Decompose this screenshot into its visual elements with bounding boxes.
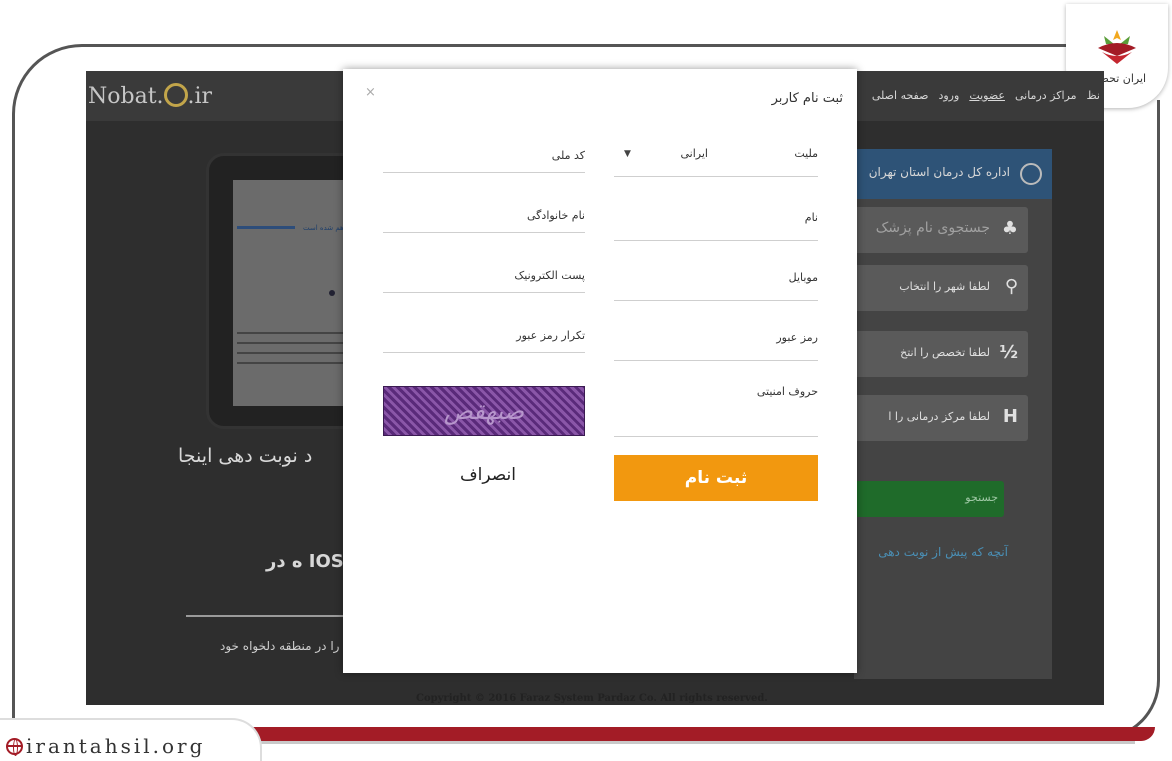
search-button[interactable]: جستجو — [854, 481, 1004, 517]
brand-suffix: .ir — [187, 84, 213, 109]
cancel-button[interactable]: انصراف — [443, 465, 533, 485]
mobile-label: موبایل — [788, 271, 818, 284]
location-pin-icon: ⚲ — [1004, 276, 1018, 297]
copyright: Copyright © 2016 Faraz System Pardaz Co.… — [416, 693, 768, 704]
nav-home[interactable]: صفحه اصلی — [872, 89, 929, 102]
password-label: رمز عبور — [776, 331, 818, 344]
password-repeat-label: تکرار رمز عبور — [516, 329, 585, 342]
tablet-dot — [329, 290, 335, 296]
specialty-icon: ½ — [999, 342, 1018, 363]
modal-title: ثبت نام کاربر — [771, 91, 843, 106]
center-select[interactable]: H لطفا مرکز درمانی را ا — [854, 395, 1028, 441]
site-subtext: را در منطقه دلخواه خود — [220, 639, 340, 653]
globe-icon — [6, 738, 23, 756]
captcha-label: حروف امنیتی — [756, 385, 818, 398]
register-modal: ثبت نام کاربر × ملیت ایرانی ▼ نام موبایل… — [343, 69, 857, 673]
emblem-icon — [1020, 163, 1042, 185]
decorative-band-shadow — [235, 741, 1135, 744]
site-brand[interactable]: Nobat. .ir — [88, 83, 212, 109]
brand-logo-icon — [163, 83, 188, 107]
tablet-line — [237, 226, 295, 229]
nationality-select[interactable]: ملیت ایرانی ▼ — [614, 147, 818, 177]
password-repeat-field[interactable]: تکرار رمز عبور — [383, 329, 585, 353]
nationality-label: ملیت — [794, 147, 818, 160]
info-link[interactable]: آنچه که پیش از نوبت دهی — [878, 545, 1008, 559]
first-name-field[interactable]: نام — [614, 211, 818, 241]
captcha-text: صبهقص — [443, 397, 525, 425]
email-label: پست الکترونیک — [514, 269, 585, 282]
search-panel: اداره کل درمان استان تهران ♣ جستجوی نام … — [854, 149, 1052, 679]
mobile-field[interactable]: موبایل — [614, 271, 818, 301]
password-field[interactable]: رمز عبور — [614, 331, 818, 361]
panel-header: اداره کل درمان استان تهران — [854, 149, 1052, 199]
center-select-label: لطفا مرکز درمانی را ا — [888, 410, 990, 423]
panel-header-text: اداره کل درمان استان تهران — [868, 165, 1010, 179]
doctor-search-placeholder: جستجوی نام پزشک — [875, 220, 990, 236]
national-code-field[interactable]: کد ملی — [383, 149, 585, 173]
first-name-label: نام — [804, 211, 818, 224]
doctor-icon: ♣ — [1001, 218, 1018, 239]
decorative-band — [235, 727, 1155, 741]
search-button-label: جستجو — [965, 491, 998, 504]
nationality-value: ایرانی — [680, 147, 708, 160]
brand-text: Nobat. — [88, 84, 164, 109]
last-name-field[interactable]: نام خانوادگی — [383, 209, 585, 233]
watermark-url-text: irantahsil.org — [26, 734, 206, 758]
close-icon[interactable]: × — [365, 85, 376, 100]
watermark-url: irantahsil.org — [6, 734, 205, 758]
site-divider — [186, 615, 346, 617]
nav-login[interactable]: ورود — [938, 89, 959, 102]
nav-more[interactable]: نظ — [1086, 89, 1100, 102]
specialty-select-label: لطفا تخصص را انتخ — [900, 346, 990, 359]
national-code-label: کد ملی — [551, 149, 585, 162]
site-nav: صفحه اصلی ورود عضویت مراکز درمانی نظ — [872, 89, 1100, 102]
specialty-select[interactable]: ½ لطفا تخصص را انتخ — [854, 331, 1028, 377]
captcha-image: صبهقص — [383, 386, 585, 436]
captcha-input[interactable]: حروف امنیتی — [614, 385, 818, 437]
register-button[interactable]: ثبت نام — [614, 455, 818, 501]
chevron-down-icon: ▼ — [624, 149, 631, 159]
city-select[interactable]: ⚲ لطفا شهر را انتخاب — [854, 265, 1028, 311]
site-heading: د نوبت دهی اینجا — [178, 445, 313, 467]
site-ios-text: IOS ه در — [266, 551, 344, 572]
logo-icon — [1098, 30, 1136, 64]
email-field[interactable]: پست الکترونیک — [383, 269, 585, 293]
decorative-frame-right — [1100, 100, 1160, 740]
nav-register[interactable]: عضویت — [969, 89, 1005, 102]
nav-centers[interactable]: مراکز درمانی — [1015, 89, 1077, 102]
last-name-label: نام خانوادگی — [527, 209, 585, 222]
doctor-search-input[interactable]: ♣ جستجوی نام پزشک — [854, 207, 1028, 253]
hospital-icon: H — [1002, 406, 1018, 427]
city-select-label: لطفا شهر را انتخاب — [899, 280, 990, 293]
